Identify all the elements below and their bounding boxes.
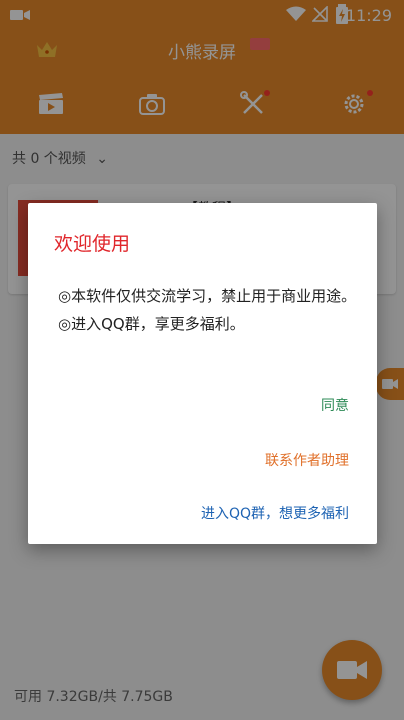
join-qq-group-button[interactable]: 进入QQ群，想更多福利	[201, 503, 349, 523]
dialog-line-disclaimer: ◎本软件仅供交流学习，禁止用于商业用途。	[58, 287, 357, 305]
contact-author-button[interactable]: 联系作者助理	[265, 450, 349, 470]
dialog-title: 欢迎使用	[54, 233, 131, 255]
welcome-dialog: 欢迎使用 ◎本软件仅供交流学习，禁止用于商业用途。 ◎进入QQ群，享更多福利。 …	[28, 203, 377, 544]
dialog-line-qq: ◎进入QQ群，享更多福利。	[58, 315, 245, 333]
dialog-body: ◎本软件仅供交流学习，禁止用于商业用途。 ◎进入QQ群，享更多福利。	[58, 285, 358, 341]
agree-button[interactable]: 同意	[321, 395, 349, 415]
